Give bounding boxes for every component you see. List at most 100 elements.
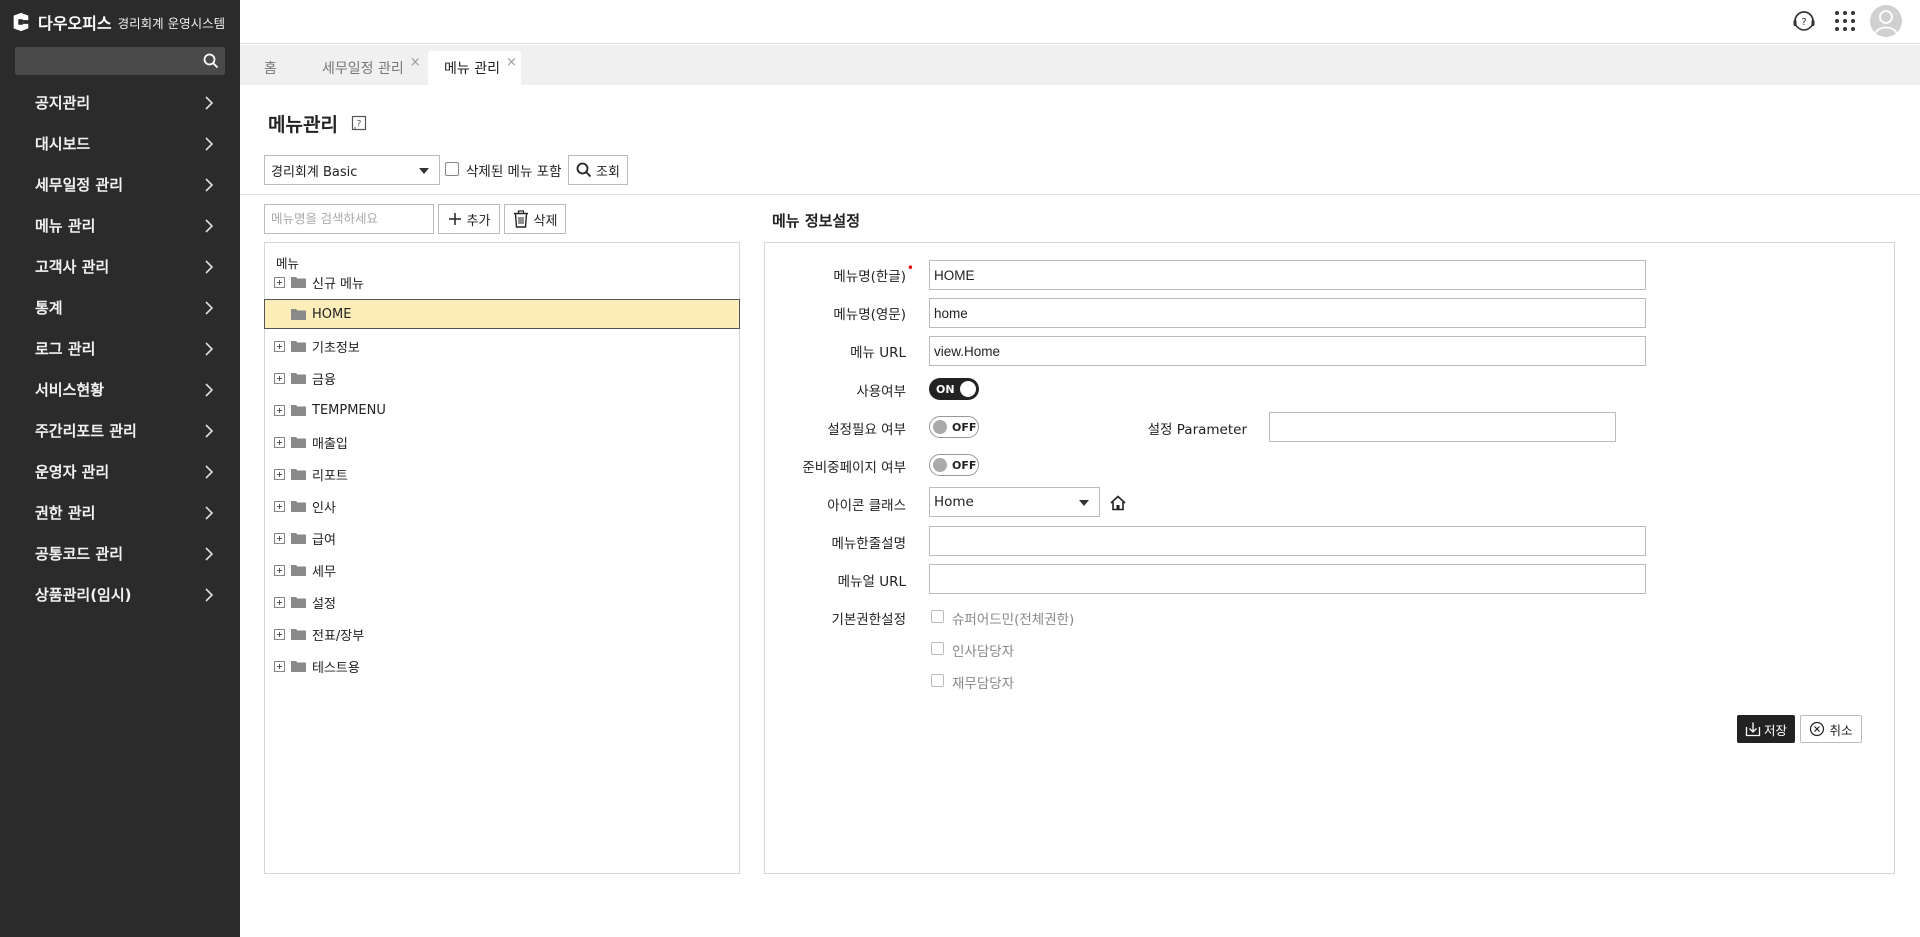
sidebar-item[interactable]: 통계 [0, 287, 240, 328]
headset-help-icon[interactable]: ? [1791, 8, 1817, 34]
folder-icon [291, 309, 306, 320]
folder-icon [291, 405, 306, 416]
use-toggle[interactable]: ON [929, 378, 979, 400]
sidebar-item[interactable]: 공통코드 관리 [0, 533, 240, 574]
tree-item[interactable]: 전표/장부 [265, 619, 739, 649]
icon-class-select[interactable]: Home [929, 487, 1100, 517]
apps-grid-icon[interactable] [1832, 8, 1858, 34]
folder-icon [291, 437, 306, 448]
save-button[interactable]: 저장 [1737, 715, 1795, 743]
tab-label: 세무일정 관리 [322, 61, 404, 77]
expand-plus-icon[interactable] [274, 564, 285, 576]
expand-plus-icon[interactable] [274, 276, 285, 288]
folder-icon [291, 597, 306, 608]
use-label: 사용여부 [856, 384, 906, 400]
sidebar-item[interactable]: 운영자 관리 [0, 451, 240, 492]
close-icon[interactable]: × [410, 55, 421, 70]
tree-item[interactable]: 세무 [265, 555, 739, 585]
tree-item[interactable]: 테스트용 [265, 651, 739, 681]
tab-home[interactable]: 홈 [254, 51, 287, 85]
permission-checkbox-hr[interactable] [931, 642, 944, 655]
sidebar-search-input[interactable] [15, 47, 195, 75]
sidebar: 다우오피스 경리회계 운영시스템 공지관리대시보드세무일정 관리메뉴 관리 고객사… [0, 0, 240, 937]
plus-icon [448, 213, 461, 225]
expand-plus-icon[interactable] [274, 628, 285, 640]
tree-item[interactable]: HOME [264, 299, 740, 329]
desc-input[interactable] [929, 526, 1646, 556]
cancel-button[interactable]: 취소 [1800, 715, 1862, 743]
tree-item[interactable]: 급여 [265, 523, 739, 553]
svg-text:?: ? [357, 120, 362, 130]
expand-plus-icon[interactable] [274, 660, 285, 672]
tree-item[interactable]: 인사 [265, 491, 739, 521]
toggle-state: OFF [952, 420, 977, 434]
sidebar-item[interactable]: 세무일정 관리 [0, 164, 240, 205]
tree-item-label: 급여 [312, 532, 336, 548]
tree-item[interactable]: 기초정보 [265, 331, 739, 361]
expand-plus-icon[interactable] [274, 596, 285, 608]
menu-search-input[interactable] [264, 204, 434, 234]
delete-button[interactable]: 삭제 [504, 204, 566, 234]
tree-item-label: 테스트용 [312, 660, 360, 676]
query-button[interactable]: 조회 [568, 155, 628, 185]
setting-required-toggle[interactable]: OFF [929, 416, 979, 438]
expand-plus-icon[interactable] [274, 372, 285, 384]
name-ko-input[interactable] [929, 260, 1646, 290]
sidebar-item[interactable]: 주간리포트 관리 [0, 410, 240, 451]
url-input[interactable] [929, 336, 1646, 366]
chevron-right-icon [205, 464, 214, 479]
expand-plus-icon[interactable] [274, 532, 285, 544]
search-icon[interactable] [203, 53, 219, 69]
chevron-right-icon [205, 341, 214, 356]
sidebar-item[interactable]: 상품관리(임시) [0, 574, 240, 615]
help-url-input[interactable] [929, 564, 1646, 594]
tab-menu-management[interactable]: 메뉴 관리 × [428, 51, 521, 85]
sidebar-item[interactable]: 권한 관리 [0, 492, 240, 533]
setting-param-label: 설정 Parameter [1147, 422, 1247, 438]
sidebar-item-label: 세무일정 관리 [35, 176, 124, 194]
setting-param-input[interactable] [1269, 412, 1616, 442]
cancel-circle-icon [1810, 721, 1825, 737]
sidebar-item[interactable]: 서비스현황 [0, 369, 240, 410]
sidebar-item-label: 대시보드 [35, 135, 91, 153]
sidebar-item-label: 주간리포트 관리 [35, 422, 137, 440]
chevron-right-icon [205, 177, 214, 192]
tree-item[interactable]: 신규 메뉴 [265, 267, 739, 297]
name-en-input[interactable] [929, 298, 1646, 328]
expand-plus-icon[interactable] [274, 500, 285, 512]
expand-plus-icon[interactable] [274, 404, 285, 416]
company-type-select[interactable]: 경리회계 Basic [264, 155, 440, 185]
tree-item[interactable]: TEMPMENU [265, 395, 739, 425]
permission-checkbox-superadmin[interactable] [931, 610, 944, 623]
sidebar-item[interactable]: 고객사 관리 [0, 246, 240, 287]
folder-icon [291, 533, 306, 544]
expand-plus-icon[interactable] [274, 468, 285, 480]
tree-item[interactable]: 설정 [265, 587, 739, 617]
toggle-state: ON [936, 382, 955, 396]
close-icon[interactable]: × [506, 55, 517, 70]
sidebar-item[interactable]: 대시보드 [0, 123, 240, 164]
tree-item[interactable]: 리포트 [265, 459, 739, 489]
tree-item[interactable]: 금융 [265, 363, 739, 393]
name-ko-label-text: 메뉴명(한글) [833, 269, 906, 285]
preparing-toggle[interactable]: OFF [929, 454, 979, 476]
tab-tax-schedule[interactable]: 세무일정 관리 × [312, 51, 431, 85]
tree-item[interactable]: 매출입 [265, 427, 739, 457]
help-icon[interactable]: ? [351, 115, 367, 131]
home-icon [1110, 495, 1126, 511]
folder-icon [291, 629, 306, 640]
sidebar-item[interactable]: 공지관리 [0, 82, 240, 123]
expand-plus-icon[interactable] [274, 436, 285, 448]
include-deleted-checkbox[interactable] [445, 162, 459, 176]
add-button[interactable]: 추가 [438, 204, 500, 234]
folder-icon [291, 469, 306, 480]
brand[interactable]: 다우오피스 경리회계 운영시스템 [0, 0, 240, 44]
permission-checkbox-finance[interactable] [931, 674, 944, 687]
expand-plus-icon[interactable] [274, 340, 285, 352]
chevron-right-icon [205, 95, 214, 110]
sidebar-item-label: 통계 [35, 299, 63, 317]
sidebar-item[interactable]: 메뉴 관리 [0, 205, 240, 246]
sidebar-item[interactable]: 로그 관리 [0, 328, 240, 369]
user-avatar[interactable] [1870, 5, 1902, 37]
divider [240, 194, 1920, 195]
